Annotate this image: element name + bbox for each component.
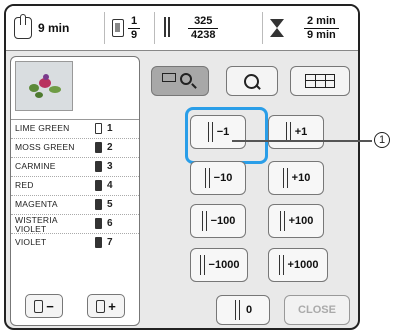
thread-number: 7 [107, 237, 113, 248]
needle-icon [199, 255, 207, 275]
stitch-counter: 325 4238 [162, 6, 219, 50]
total-time-value: 9 min [38, 21, 70, 35]
pattern-preview [15, 61, 73, 111]
spool-icon [112, 19, 124, 37]
time-total: 9 min [304, 27, 339, 42]
needle-icon [279, 211, 287, 231]
thread-number: 2 [107, 142, 113, 153]
needle-icon [207, 122, 215, 142]
thread-name: MOSS GREEN [15, 142, 75, 152]
time-counter: 2 min 9 min [270, 6, 339, 50]
back-1000-stitch-button[interactable]: −1000 [190, 248, 248, 282]
needle-icon [204, 168, 212, 188]
thread-name: WISTERIA VIOLET [15, 215, 58, 234]
needle-icon [282, 168, 290, 188]
preview-magnify-button[interactable] [151, 66, 209, 96]
grid-button[interactable] [290, 66, 350, 96]
color-total: 9 [128, 27, 141, 42]
color-current: 1 [131, 14, 138, 27]
thread-number: 5 [107, 199, 113, 210]
needle-icon [234, 300, 242, 320]
zoom-button[interactable] [226, 66, 278, 96]
thread-row[interactable]: VIOLET 7 [11, 234, 139, 252]
thread-name: VIOLET [15, 237, 47, 247]
spool-icon [95, 161, 102, 172]
forward-1000-stitch-button[interactable]: +1000 [268, 248, 328, 282]
thread-name: LIME GREEN [15, 123, 70, 133]
spool-icon [95, 142, 102, 153]
hand-icon [14, 14, 32, 39]
spool-icon [95, 218, 102, 229]
spool-icon [95, 237, 102, 248]
thread-row[interactable]: WISTERIA VIOLET 6 [11, 215, 139, 234]
total-time: 9 min [14, 6, 69, 50]
back-10-stitch-button[interactable]: −10 [190, 161, 246, 195]
spool-icon [96, 299, 106, 313]
thread-row[interactable]: CARMINE 3 [11, 158, 139, 177]
thread-number: 3 [107, 161, 113, 172]
spool-plus-button[interactable]: + [87, 294, 125, 318]
hourglass-icon [270, 19, 284, 37]
thread-number: 4 [107, 180, 113, 191]
spool-icon [95, 123, 102, 134]
stitch-current: 325 [194, 14, 213, 27]
flower-pattern-icon [25, 72, 65, 102]
thread-number: 1 [107, 123, 113, 134]
back-100-stitch-button[interactable]: −100 [190, 204, 246, 238]
spool-icon [95, 199, 102, 210]
forward-100-stitch-button[interactable]: +100 [268, 204, 324, 238]
needle-icon [285, 122, 293, 142]
thread-name: CARMINE [15, 161, 56, 171]
time-current: 2 min [307, 14, 336, 27]
thread-name: RED [15, 180, 34, 190]
thread-row[interactable]: MAGENTA 5 [11, 196, 139, 215]
thread-name: MAGENTA [15, 199, 58, 209]
callout-marker: 1 [374, 132, 390, 148]
needle-icon [162, 17, 172, 39]
forward-1-stitch-button[interactable]: +1 [268, 115, 324, 149]
thread-number: 6 [107, 218, 113, 229]
forward-10-stitch-button[interactable]: +10 [268, 161, 324, 195]
spool-icon [34, 299, 44, 313]
spool-minus-button[interactable]: − [25, 294, 63, 318]
close-button[interactable]: CLOSE [284, 295, 350, 325]
color-counter: 1 9 [112, 6, 141, 50]
frame-icon [162, 73, 176, 82]
thread-list: LIME GREEN 1 MOSS GREEN 2 CARMINE 3 RED … [11, 119, 139, 252]
status-bar: 9 min 1 9 325 4238 2 min 9 min [6, 6, 358, 51]
thread-color-panel: LIME GREEN 1 MOSS GREEN 2 CARMINE 3 RED … [10, 56, 140, 326]
spool-icon [95, 180, 102, 191]
embroidery-screen: 9 min 1 9 325 4238 2 min 9 min LIME GREE… [4, 4, 360, 330]
thread-row[interactable]: RED 4 [11, 177, 139, 196]
start-point-button[interactable]: 0 [216, 295, 270, 325]
needle-icon [201, 211, 209, 231]
thread-row[interactable]: LIME GREEN 1 [11, 119, 139, 139]
grid-icon [305, 74, 335, 88]
stitch-total: 4238 [188, 27, 219, 42]
thread-row[interactable]: MOSS GREEN 2 [11, 139, 139, 158]
magnifier-icon [180, 73, 192, 85]
callout-leader-line [232, 140, 372, 142]
back-1-stitch-button[interactable]: −1 [190, 115, 246, 149]
needle-icon [278, 255, 286, 275]
zoom-icon [244, 74, 259, 89]
